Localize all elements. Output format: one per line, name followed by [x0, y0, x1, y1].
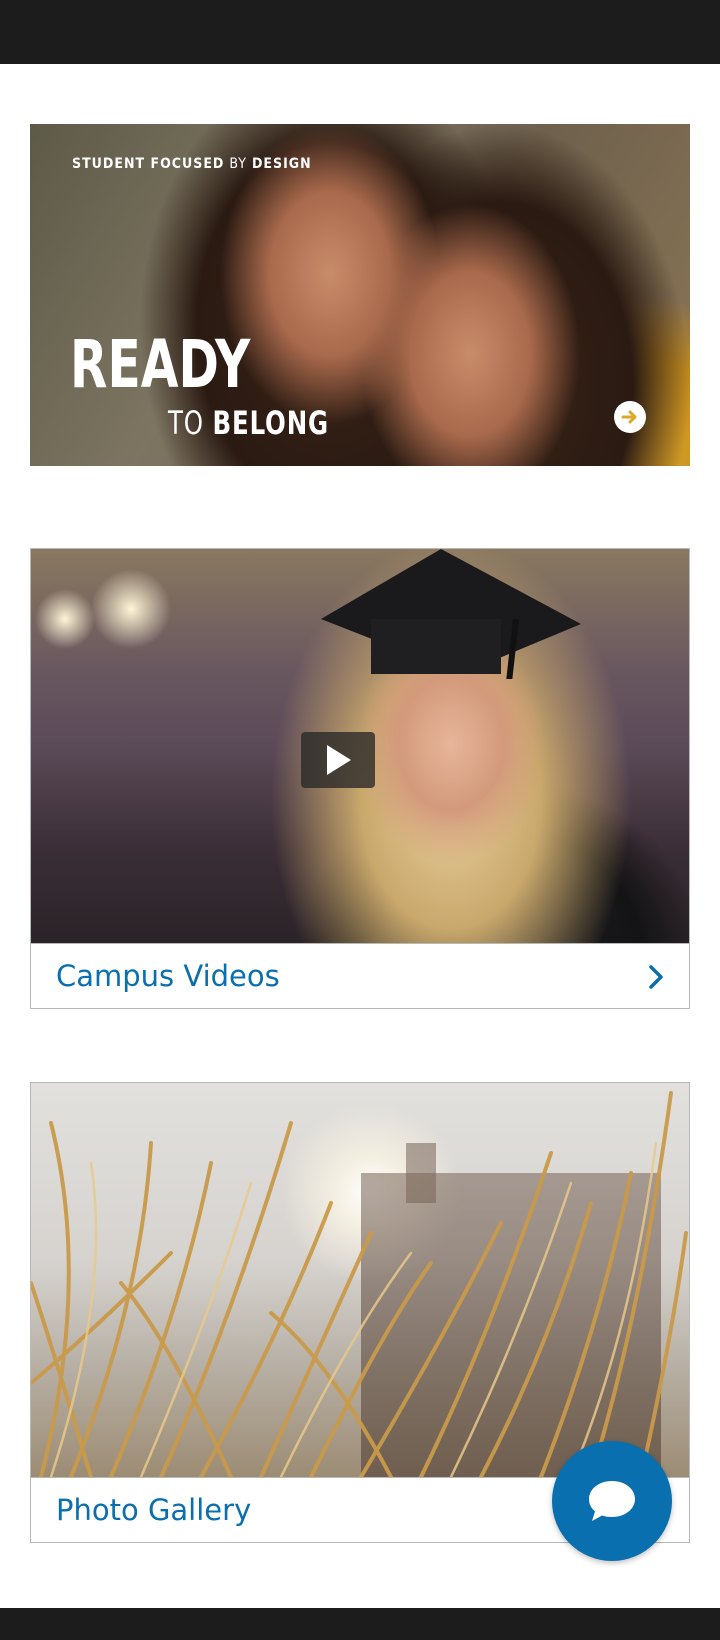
banner-headline: READY	[70, 326, 251, 403]
campus-videos-card[interactable]: Campus Videos	[30, 548, 690, 1009]
play-icon[interactable]	[301, 732, 375, 788]
wheat-stalks-graphic	[31, 1091, 688, 1477]
bottom-bar	[0, 1608, 720, 1640]
chat-button[interactable]	[552, 1441, 672, 1561]
campus-videos-label: Campus Videos	[56, 959, 280, 993]
arrow-right-circle-icon[interactable]	[614, 401, 646, 433]
ready-to-belong-banner[interactable]: STUDENT FOCUSED BY DESIGN READY TO BELON…	[30, 124, 690, 466]
chat-bubble-icon	[589, 1481, 635, 1521]
mortarboard-graphic	[321, 549, 581, 679]
top-bar	[0, 0, 720, 64]
chevron-right-icon	[649, 965, 663, 989]
photo-gallery-label: Photo Gallery	[56, 1493, 252, 1527]
graduate-video-thumbnail[interactable]	[31, 549, 689, 943]
banner-subheadline: TO BELONG	[168, 404, 329, 442]
banner-tagline: STUDENT FOCUSED BY DESIGN	[72, 156, 312, 172]
wheat-field-photo[interactable]	[31, 1083, 689, 1477]
campus-videos-caption[interactable]: Campus Videos	[31, 943, 689, 1008]
